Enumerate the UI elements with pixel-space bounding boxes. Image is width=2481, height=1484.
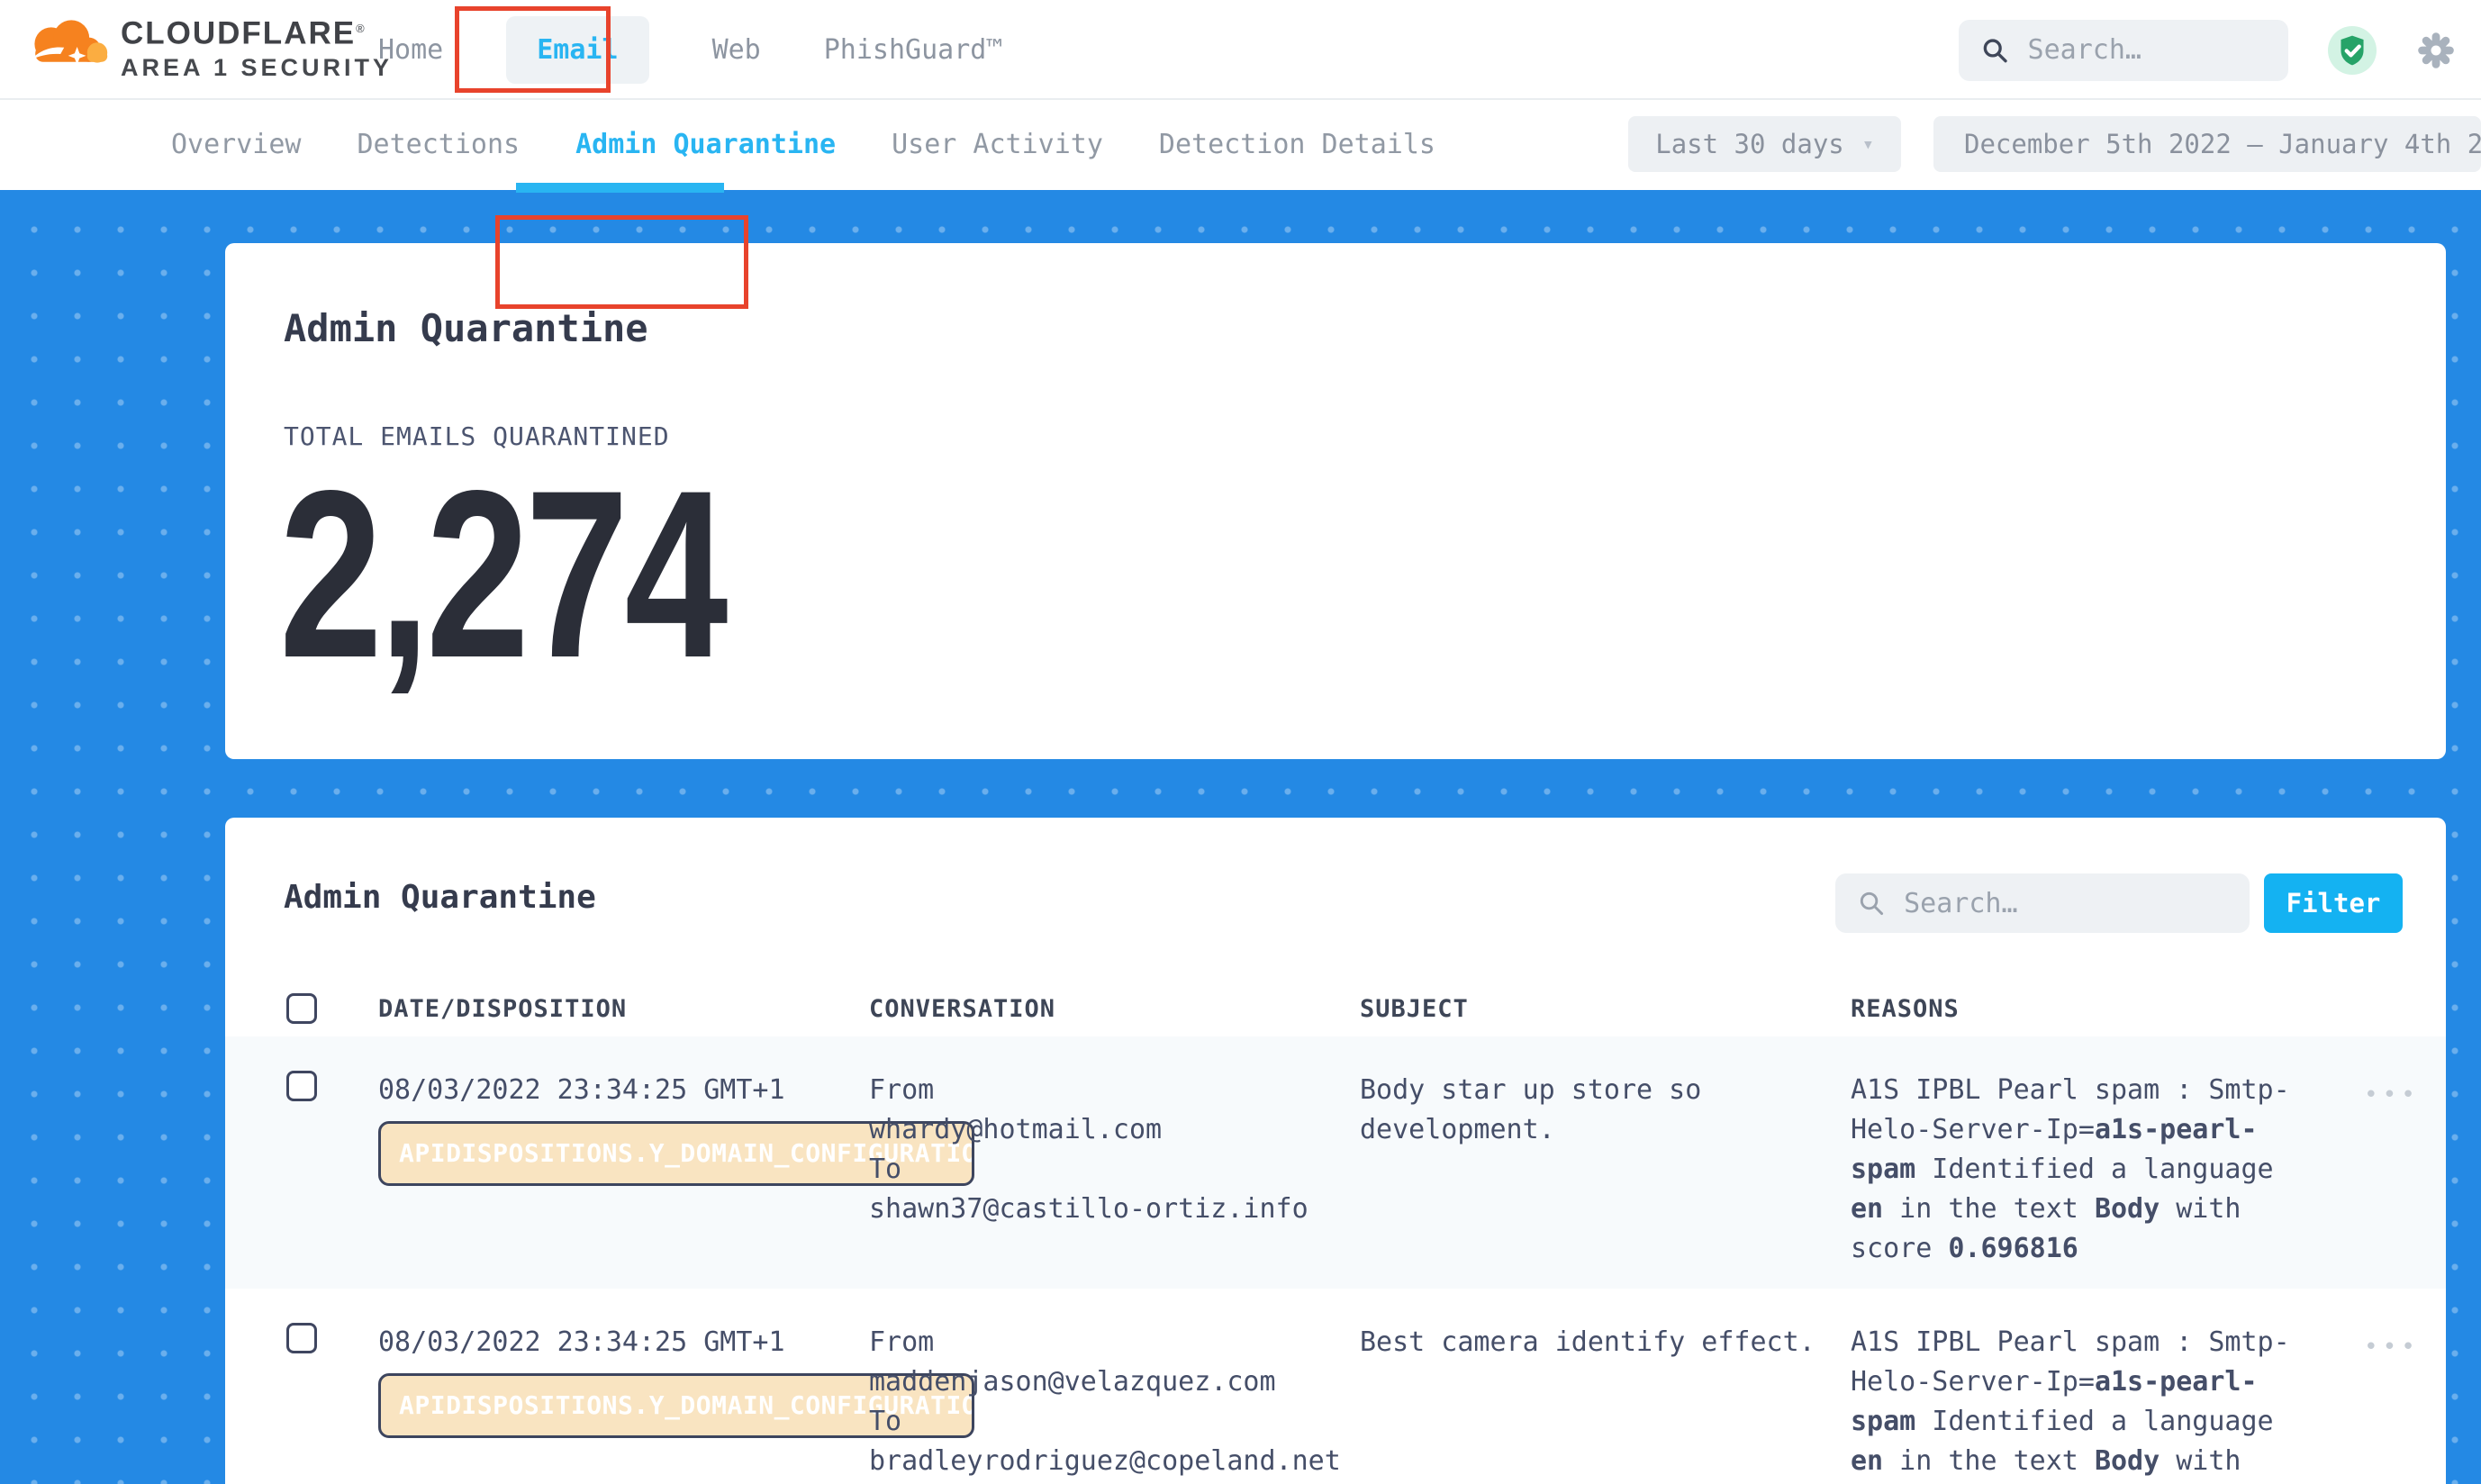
row-date: 08/03/2022 23:34:25 GMT+1 — [378, 1323, 869, 1362]
security-status-badge[interactable] — [2328, 26, 2377, 75]
table-card-title: Admin Quarantine — [284, 879, 596, 916]
column-header-subject: SUBJECT — [1360, 995, 1851, 1023]
from-label: From — [869, 1071, 1360, 1110]
filter-button[interactable]: Filter — [2264, 873, 2403, 933]
search-icon — [1982, 35, 2008, 66]
row-date: 08/03/2022 23:34:25 GMT+1 — [378, 1071, 869, 1110]
tab-overview[interactable]: Overview — [171, 129, 302, 160]
gear-icon — [2416, 31, 2456, 70]
select-all-checkbox[interactable] — [286, 993, 317, 1024]
column-header-date-disposition: DATE/DISPOSITION — [378, 995, 869, 1023]
time-range-dropdown[interactable]: Last 30 days ▾ — [1628, 116, 1901, 172]
nav-web[interactable]: Web — [712, 34, 761, 66]
to-label: To — [869, 1150, 1360, 1190]
row-checkbox[interactable] — [286, 1323, 317, 1353]
cloudflare-logo[interactable]: CLOUDFLARE® AREA 1 SECURITY — [25, 11, 393, 83]
primary-nav: Home Email Web PhishGuard™ — [378, 0, 1002, 100]
settings-button[interactable] — [2416, 31, 2456, 70]
global-search-input[interactable] — [2028, 34, 2265, 66]
row-subject: Body star up store so development. — [1360, 1071, 1851, 1289]
row-conversation: From maddenjason@velazquez.com To bradle… — [869, 1323, 1360, 1484]
to-address: shawn37@castillo-ortiz.info — [869, 1190, 1360, 1229]
table-row[interactable]: 08/03/2022 23:34:25 GMT+1 APIDISPOSITION… — [225, 1289, 2446, 1484]
tab-detection-details[interactable]: Detection Details — [1159, 129, 1435, 160]
stats-card-title: Admin Quarantine — [284, 306, 648, 350]
nav-home[interactable]: Home — [378, 34, 443, 66]
table-header-row: DATE/DISPOSITION CONVERSATION SUBJECT RE… — [225, 981, 2446, 1036]
chevron-down-icon: ▾ — [1862, 133, 1874, 156]
table-search-input[interactable] — [1904, 888, 2226, 919]
quarantine-table-card: Admin Quarantine Filter DATE/DISPOSITION… — [225, 818, 2446, 1484]
table-search[interactable] — [1835, 873, 2250, 933]
search-icon — [1859, 889, 1884, 918]
brand-reg-mark: ® — [356, 22, 367, 35]
row-reasons: A1S IPBL Pearl spam : Smtp-Helo-Server-I… — [1851, 1323, 2314, 1484]
row-menu-button[interactable]: ••• — [2364, 1081, 2420, 1108]
from-address: maddenjason@velazquez.com — [869, 1362, 1360, 1402]
tab-user-activity[interactable]: User Activity — [892, 129, 1103, 160]
nav-email[interactable]: Email — [506, 16, 648, 84]
metric-value: 2,274 — [279, 456, 724, 694]
nav-phishguard[interactable]: PhishGuard™ — [824, 34, 1003, 66]
row-menu-button[interactable]: ••• — [2364, 1334, 2420, 1361]
row-reasons: A1S IPBL Pearl spam : Smtp-Helo-Server-I… — [1851, 1071, 2314, 1289]
row-checkbox[interactable] — [286, 1071, 317, 1101]
app-window: CLOUDFLARE® AREA 1 SECURITY Home Email W… — [0, 0, 2481, 1484]
email-section-nav: Overview Detections Admin Quarantine Use… — [0, 100, 2481, 188]
from-address: whardy@hotmail.com — [869, 1110, 1360, 1150]
quarantine-stats-card: Admin Quarantine TOTAL EMAILS QUARANTINE… — [225, 243, 2446, 759]
date-range-display[interactable]: December 5th 2022 — January 4th 2023 — [1933, 116, 2481, 172]
to-address: bradleyrodriguez@copeland.net — [869, 1442, 1360, 1481]
column-header-reasons: REASONS — [1851, 995, 2314, 1023]
from-label: From — [869, 1323, 1360, 1362]
tab-detections[interactable]: Detections — [358, 129, 521, 160]
top-header: CLOUDFLARE® AREA 1 SECURITY Home Email W… — [0, 0, 2481, 100]
cloudflare-cloud-icon — [25, 16, 112, 70]
shield-check-icon — [2328, 26, 2377, 75]
column-header-conversation: CONVERSATION — [869, 995, 1360, 1023]
brand-name: CLOUDFLARE® — [121, 11, 393, 52]
active-tab-indicator — [516, 183, 724, 193]
dashboard-canvas: Admin Quarantine TOTAL EMAILS QUARANTINE… — [0, 190, 2481, 1484]
global-search[interactable] — [1959, 20, 2288, 81]
row-conversation: From whardy@hotmail.com To shawn37@casti… — [869, 1071, 1360, 1289]
brand-subtitle: AREA 1 SECURITY — [121, 52, 393, 83]
tab-admin-quarantine[interactable]: Admin Quarantine — [575, 129, 836, 160]
table-row[interactable]: 08/03/2022 23:34:25 GMT+1 APIDISPOSITION… — [225, 1036, 2446, 1289]
row-subject: Best camera identify effect. — [1360, 1323, 1851, 1484]
to-label: To — [869, 1402, 1360, 1442]
